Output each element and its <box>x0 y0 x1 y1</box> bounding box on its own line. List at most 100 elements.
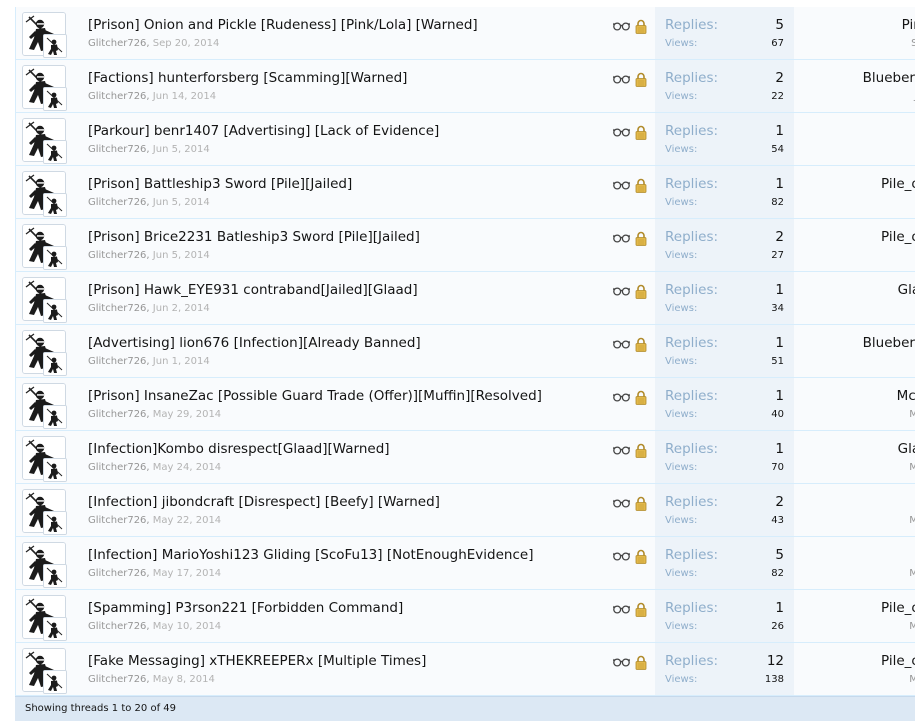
thread-row: [Infection]Kombo disrespect[Glaad][Warne… <box>16 431 915 484</box>
last-poster-mini-avatar[interactable] <box>43 511 67 535</box>
last-poster-mini-avatar[interactable] <box>43 458 67 482</box>
last-post-info: Gray Jun 6, <box>794 113 915 165</box>
thread-author[interactable]: Glitcher726 <box>88 197 146 208</box>
thread-stats: Replies: 12 Views: 138 <box>655 643 794 695</box>
glasses-icon <box>613 657 630 667</box>
last-poster-mini-avatar[interactable] <box>43 299 67 323</box>
last-poster-name[interactable]: Gray <box>819 123 915 139</box>
last-poster-mini-avatar[interactable] <box>43 564 67 588</box>
last-poster-mini-avatar[interactable] <box>43 670 67 694</box>
last-post-date[interactable]: May 26, <box>819 462 915 473</box>
thread-author[interactable]: Glitcher726 <box>88 462 146 473</box>
last-poster-name[interactable]: PinkStr <box>819 17 915 33</box>
last-poster-name[interactable]: ScoF <box>819 547 915 563</box>
thread-author[interactable]: Glitcher726 <box>88 250 146 261</box>
thread-author[interactable]: Glitcher726 <box>88 91 146 102</box>
thread-status-icons <box>613 18 647 34</box>
last-post-date[interactable]: May 22, <box>819 515 915 526</box>
last-poster-mini-avatar[interactable] <box>43 405 67 429</box>
last-poster-name[interactable]: Pile_of_Bu <box>819 600 915 616</box>
thread-status-icons <box>613 442 647 458</box>
thread-author[interactable]: Glitcher726 <box>88 515 146 526</box>
last-post-date[interactable]: May 18, <box>819 568 915 579</box>
views-label: Views: <box>665 144 698 155</box>
views-count: 43 <box>771 515 784 526</box>
last-poster-name[interactable]: BlueberryWa <box>819 335 915 351</box>
thread-title-link[interactable]: [Prison] Brice2231 Batleship3 Sword [Pil… <box>88 229 420 245</box>
thread-title-link[interactable]: [Parkour] benr1407 [Advertising] [Lack o… <box>88 123 439 139</box>
replies-label: Replies: <box>665 176 719 192</box>
thread-meta: Glitcher726, Jun 5, 2014 <box>88 250 210 261</box>
views-label: Views: <box>665 621 698 632</box>
last-poster-mini-avatar[interactable] <box>43 87 67 111</box>
last-poster-name[interactable]: Pile_of_Bu <box>819 229 915 245</box>
last-poster-name[interactable]: Gray <box>819 494 915 510</box>
thread-author[interactable]: Glitcher726 <box>88 674 146 685</box>
lock-icon <box>635 443 647 458</box>
lock-icon <box>635 178 647 193</box>
last-poster-name[interactable]: McMuffi <box>819 388 915 404</box>
thread-author[interactable]: Glitcher726 <box>88 568 146 579</box>
thread-title-link[interactable]: [Infection]Kombo disrespect[Glaad][Warne… <box>88 441 390 457</box>
thread-author[interactable]: Glitcher726 <box>88 144 146 155</box>
last-post-date[interactable]: Jun 14, <box>819 91 915 102</box>
last-poster-name[interactable]: BlueberryWa <box>819 70 915 86</box>
replies-count: 2 <box>775 494 784 510</box>
thread-author[interactable]: Glitcher726 <box>88 303 146 314</box>
thread-title-link[interactable]: [Factions] hunterforsberg [Scamming][War… <box>88 70 407 86</box>
last-post-date[interactable]: Jun 5, <box>819 250 915 261</box>
last-poster-mini-avatar[interactable] <box>43 140 67 164</box>
lock-icon <box>635 602 647 617</box>
last-post-date[interactable]: Jun 6, <box>819 144 915 155</box>
last-poster-name[interactable]: Glaadia <box>819 282 915 298</box>
last-post-date[interactable]: Jun 5, <box>819 197 915 208</box>
views-count: 138 <box>764 674 784 685</box>
thread-title-link[interactable]: [Prison] Hawk_EYE931 contraband[Jailed][… <box>88 282 418 298</box>
thread-status-icons <box>613 283 647 299</box>
replies-label: Replies: <box>665 441 719 457</box>
last-poster-mini-avatar[interactable] <box>43 193 67 217</box>
pagination-summary: Showing threads 1 to 20 of 49 <box>25 703 176 714</box>
last-poster-name[interactable]: Pile_of_Bu <box>819 176 915 192</box>
views-label: Views: <box>665 674 698 685</box>
thread-row: [Prison] Brice2231 Batleship3 Sword [Pil… <box>16 219 915 272</box>
thread-author[interactable]: Glitcher726 <box>88 409 146 420</box>
thread-title-link[interactable]: [Prison] Battleship3 Sword [Pile][Jailed… <box>88 176 352 192</box>
replies-count: 1 <box>775 176 784 192</box>
thread-meta: Glitcher726, May 8, 2014 <box>88 674 215 685</box>
ninja-mini-avatar-icon <box>44 565 66 587</box>
last-post-date[interactable]: Sep 20, <box>819 38 915 49</box>
thread-title-link[interactable]: [Infection] jibondcraft [Disrespect] [Be… <box>88 494 440 510</box>
views-count: 34 <box>771 303 784 314</box>
last-poster-name[interactable]: Glaadia <box>819 441 915 457</box>
last-post-date[interactable]: May 11, <box>819 621 915 632</box>
last-post-date[interactable]: May 29, <box>819 409 915 420</box>
views-count: 27 <box>771 250 784 261</box>
last-poster-mini-avatar[interactable] <box>43 34 67 58</box>
thread-title-link[interactable]: [Prison] InsaneZac [Possible Guard Trade… <box>88 388 542 404</box>
thread-title-link[interactable]: [Infection] MarioYoshi123 Gliding [ScoFu… <box>88 547 533 563</box>
thread-status-icons <box>613 495 647 511</box>
glasses-icon <box>613 551 630 561</box>
thread-row: [Fake Messaging] xTHEKREEPERx [Multiple … <box>16 643 915 696</box>
thread-title-link[interactable]: [Prison] Onion and Pickle [Rudeness] [Pi… <box>88 17 478 33</box>
last-post-date[interactable]: Jun 3, <box>819 303 915 314</box>
lock-icon <box>635 390 647 405</box>
thread-stats: Replies: 5 Views: 82 <box>655 537 794 589</box>
thread-author[interactable]: Glitcher726 <box>88 621 146 632</box>
thread-start-date: May 17, 2014 <box>152 568 222 579</box>
thread-title-link[interactable]: [Spamming] P3rson221 [Forbidden Command] <box>88 600 403 616</box>
thread-author[interactable]: Glitcher726 <box>88 356 146 367</box>
thread-status-icons <box>613 654 647 670</box>
thread-title-link[interactable]: [Advertising] lion676 [Infection][Alread… <box>88 335 421 351</box>
thread-status-icons <box>613 548 647 564</box>
last-poster-name[interactable]: Pile_of_Bu <box>819 653 915 669</box>
thread-row: [Parkour] benr1407 [Advertising] [Lack o… <box>16 113 915 166</box>
last-poster-mini-avatar[interactable] <box>43 246 67 270</box>
last-poster-mini-avatar[interactable] <box>43 617 67 641</box>
last-post-date[interactable]: Jun 1, <box>819 356 915 367</box>
thread-author[interactable]: Glitcher726 <box>88 38 146 49</box>
thread-title-link[interactable]: [Fake Messaging] xTHEKREEPERx [Multiple … <box>88 653 426 669</box>
last-poster-mini-avatar[interactable] <box>43 352 67 376</box>
last-post-date[interactable]: May 11, <box>819 674 915 685</box>
